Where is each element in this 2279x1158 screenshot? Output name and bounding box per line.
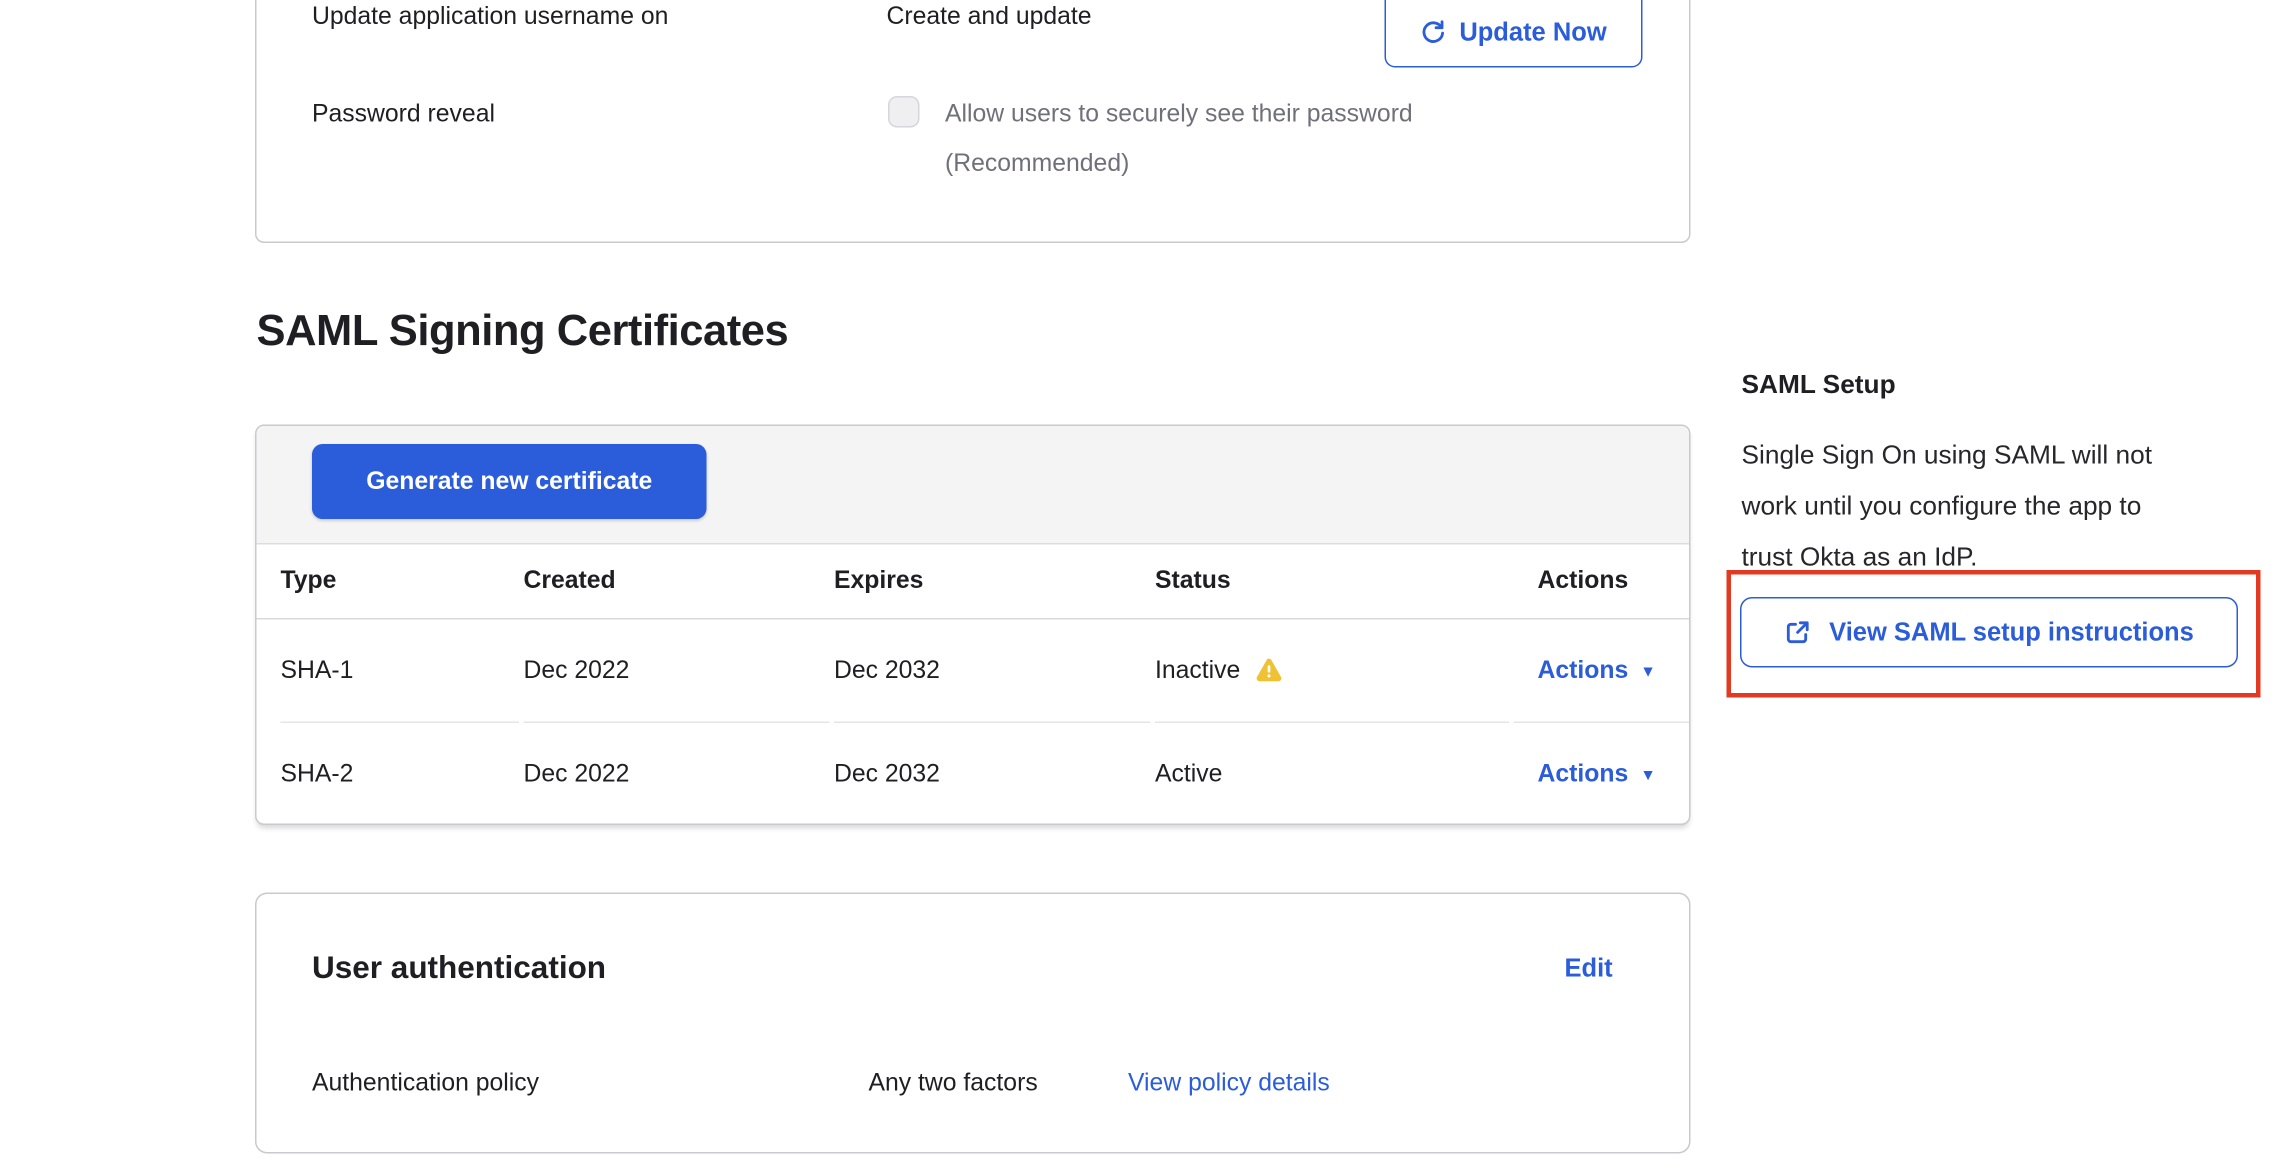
- username-update-value: Create and update: [887, 3, 1092, 32]
- saml-setup-heading: SAML Setup: [1742, 369, 1896, 401]
- view-saml-setup-instructions-button[interactable]: View SAML setup instructions: [1740, 597, 2238, 668]
- warning-icon: [1254, 657, 1284, 684]
- saml-setup-description-line: trust Okta as an IdP.: [1742, 542, 1978, 574]
- generate-certificate-button[interactable]: Generate new certificate: [312, 444, 707, 519]
- view-policy-details-link[interactable]: View policy details: [1128, 1070, 1330, 1099]
- saml-setup-description-line: Single Sign On using SAML will not: [1742, 440, 2153, 472]
- cert-type: SHA-1: [281, 620, 520, 724]
- user-authentication-heading: User authentication: [312, 951, 606, 987]
- table-header-row: Type Created Expires Status Actions: [257, 545, 1690, 620]
- actions-menu-button[interactable]: Actions▼: [1538, 656, 1656, 685]
- refresh-icon: [1420, 20, 1446, 46]
- username-update-label: Update application username on: [312, 3, 668, 32]
- column-header-status: Status: [1155, 567, 1509, 596]
- cert-expires: Dec 2032: [834, 620, 1151, 724]
- cert-created: Dec 2022: [524, 760, 830, 789]
- chevron-down-icon: ▼: [1640, 663, 1656, 681]
- chevron-down-icon: ▼: [1640, 767, 1656, 785]
- password-reveal-label: Password reveal: [312, 101, 495, 130]
- column-header-created: Created: [524, 567, 830, 596]
- authentication-policy-value: Any two factors: [869, 1070, 1038, 1099]
- column-header-actions: Actions: [1538, 567, 1690, 596]
- view-saml-setup-label: View SAML setup instructions: [1829, 617, 2194, 647]
- column-header-expires: Expires: [834, 567, 1151, 596]
- external-link-icon: [1784, 618, 1813, 647]
- cert-status: Active: [1155, 760, 1509, 789]
- edit-link[interactable]: Edit: [1565, 954, 1613, 984]
- password-reveal-checkbox[interactable]: [888, 96, 920, 128]
- saml-setup-description-line: work until you configure the app to: [1742, 491, 2142, 523]
- cert-type: SHA-2: [281, 760, 520, 789]
- table-row: SHA-2 Dec 2022 Dec 2032 Active Actions▼: [257, 723, 1690, 825]
- password-reveal-checkbox-label-2: (Recommended): [945, 150, 1129, 179]
- user-authentication-card: User authentication Edit Authentication …: [255, 893, 1691, 1154]
- update-now-label: Update Now: [1459, 17, 1606, 47]
- cert-created: Dec 2022: [524, 620, 830, 724]
- cert-expires: Dec 2032: [834, 760, 1151, 789]
- password-reveal-checkbox-label: Allow users to securely see their passwo…: [945, 101, 1413, 130]
- table-row: SHA-1 Dec 2022 Dec 2032 Inactive: [257, 620, 1690, 724]
- certificates-panel: Generate new certificate Type Created Ex…: [255, 425, 1691, 826]
- page: Update application username on Create an…: [0, 0, 2279, 1158]
- authentication-policy-label: Authentication policy: [312, 1070, 539, 1099]
- cert-status: Inactive: [1155, 620, 1509, 724]
- actions-menu-button[interactable]: Actions▼: [1538, 760, 1656, 789]
- update-now-button[interactable]: Update Now: [1385, 0, 1643, 68]
- page-title: SAML Signing Certificates: [257, 308, 789, 358]
- column-header-type: Type: [281, 567, 520, 596]
